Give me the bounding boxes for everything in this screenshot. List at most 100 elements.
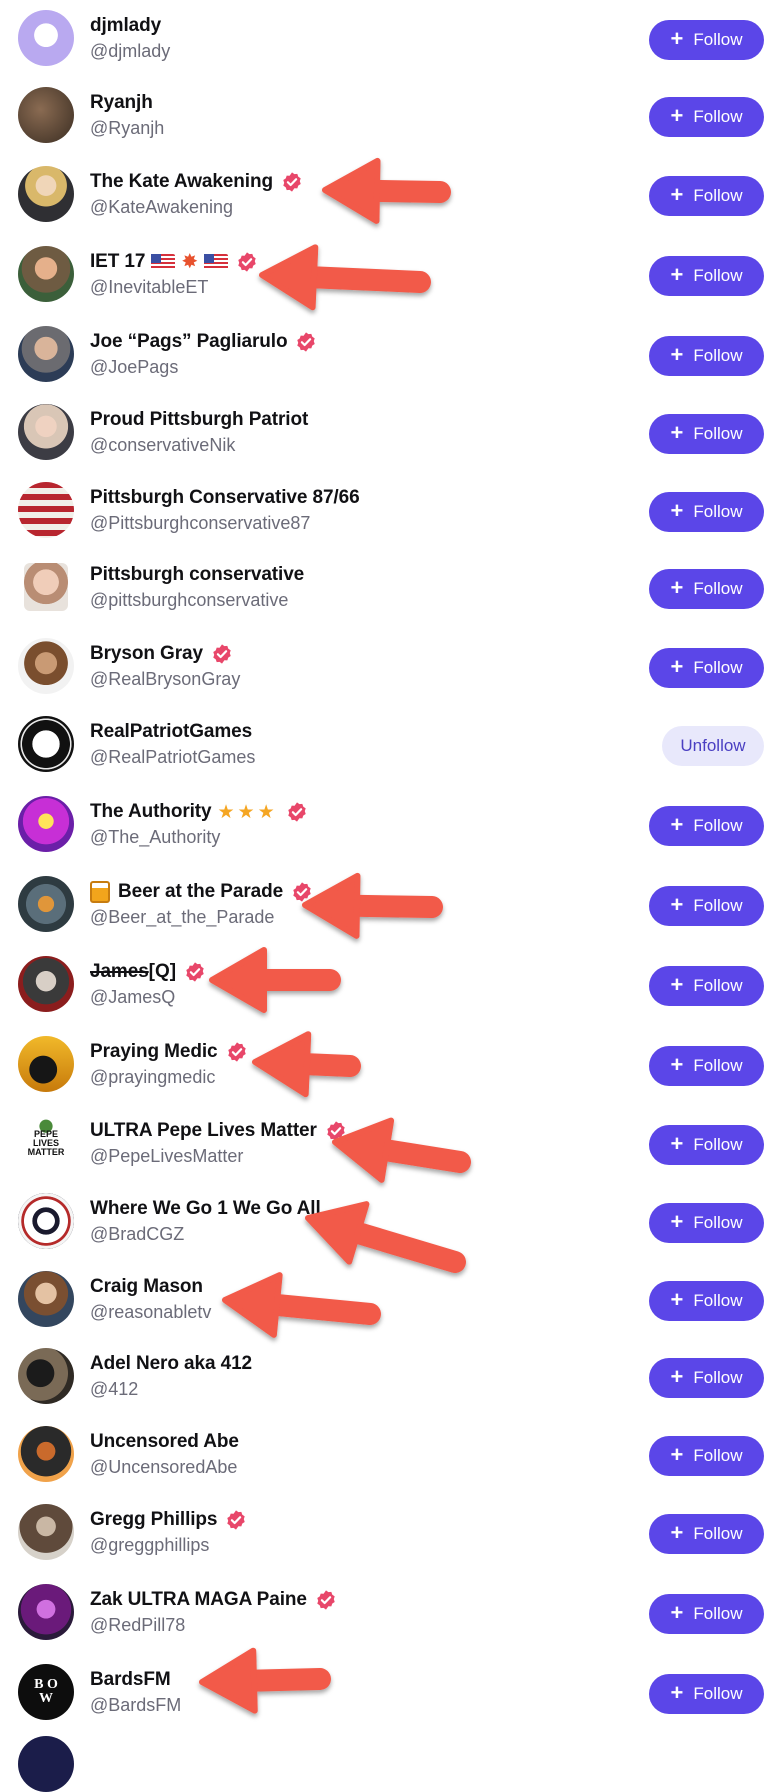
follow-button[interactable]: + Follow bbox=[649, 569, 764, 609]
button-label: Follow bbox=[693, 266, 743, 285]
follow-button[interactable]: + Follow bbox=[649, 1674, 764, 1714]
account-handle: @412 bbox=[90, 1379, 139, 1399]
display-name[interactable]: Adel Nero aka 412 bbox=[90, 1353, 252, 1375]
display-name[interactable]: Beer at the Parade bbox=[118, 881, 283, 903]
unfollow-button[interactable]: Unfollow bbox=[662, 726, 764, 766]
account-row[interactable]: The Kate Awakening @KateAwakening + Follow bbox=[0, 156, 774, 232]
follow-button[interactable]: + Follow bbox=[649, 1125, 764, 1165]
avatar[interactable] bbox=[18, 166, 74, 222]
account-row[interactable]: RealPatriotGames @RealPatriotGames Unfollo… bbox=[0, 706, 774, 782]
account-row[interactable]: PEPE LIVES MATTER ULTRA Pepe Lives Matter… bbox=[0, 1105, 774, 1181]
account-row[interactable]: Zak ULTRA MAGA Paine @RedPill78 + Follow bbox=[0, 1574, 774, 1650]
follow-button[interactable]: + Follow bbox=[649, 336, 764, 376]
avatar[interactable] bbox=[18, 638, 74, 694]
follow-button[interactable]: + Follow bbox=[649, 1358, 764, 1398]
account-row[interactable]: Bryson Gray @RealBrysonGray + Follow bbox=[0, 628, 774, 704]
avatar[interactable] bbox=[18, 10, 74, 66]
avatar[interactable] bbox=[18, 87, 74, 143]
display-name[interactable]: djmlady bbox=[90, 15, 161, 37]
avatar[interactable] bbox=[18, 1504, 74, 1560]
account-row[interactable]: Praying Medic @prayingmedic + Follow bbox=[0, 1026, 774, 1102]
follow-button[interactable]: + Follow bbox=[649, 1594, 764, 1634]
display-name[interactable]: Joe “Pags” Pagliarulo bbox=[90, 331, 288, 353]
plus-icon: + bbox=[670, 1680, 684, 1705]
avatar[interactable] bbox=[18, 1193, 74, 1249]
account-row[interactable]: Pittsburgh Conservative 87/66 @Pittsburgh… bbox=[0, 472, 774, 548]
follow-button[interactable]: + Follow bbox=[649, 176, 764, 216]
follow-button[interactable]: + Follow bbox=[649, 414, 764, 454]
avatar[interactable]: B O W bbox=[18, 1664, 74, 1720]
follow-button[interactable]: + Follow bbox=[649, 886, 764, 926]
account-row[interactable]: Uncensored Abe @UncensoredAbe + Follow bbox=[0, 1416, 774, 1492]
display-name[interactable]: Zak ULTRA MAGA Paine bbox=[90, 1589, 307, 1611]
display-name[interactable]: Pittsburgh conservative bbox=[90, 564, 304, 586]
avatar[interactable] bbox=[18, 876, 74, 932]
account-row[interactable]: djmlady @djmlady + Follow bbox=[0, 0, 774, 76]
display-name[interactable]: BardsFM bbox=[90, 1669, 171, 1691]
avatar[interactable] bbox=[18, 1036, 74, 1092]
avatar[interactable] bbox=[18, 246, 74, 302]
display-name[interactable]: RealPatriotGames bbox=[90, 721, 252, 743]
account-row[interactable]: The Authority ★★★ @The_Authority + Follow bbox=[0, 786, 774, 862]
avatar-logo-text: B O W bbox=[34, 1677, 58, 1706]
plus-icon: + bbox=[670, 1364, 684, 1389]
display-name[interactable]: Praying Medic bbox=[90, 1041, 218, 1063]
account-info: Proud Pittsburgh Patriot @conservativeNik bbox=[90, 408, 570, 456]
verified-badge-icon bbox=[295, 331, 317, 353]
follow-button[interactable]: + Follow bbox=[649, 1436, 764, 1476]
avatar[interactable] bbox=[18, 326, 74, 382]
avatar[interactable] bbox=[18, 1584, 74, 1640]
account-row[interactable]: Craig Mason @reasonabletv + Follow bbox=[0, 1261, 774, 1337]
follow-button[interactable]: + Follow bbox=[649, 20, 764, 60]
account-row[interactable]: Gregg Phillips @greggphillips + Follow bbox=[0, 1494, 774, 1570]
follow-button[interactable]: + Follow bbox=[649, 966, 764, 1006]
account-row[interactable]: Adel Nero aka 412 @412 + Follow bbox=[0, 1338, 774, 1414]
display-name[interactable]: Pittsburgh Conservative 87/66 bbox=[90, 487, 360, 509]
avatar[interactable] bbox=[18, 404, 74, 460]
avatar[interactable] bbox=[18, 716, 74, 772]
follow-button[interactable]: + Follow bbox=[649, 1281, 764, 1321]
display-name[interactable]: Bryson Gray bbox=[90, 643, 203, 665]
display-name[interactable]: The Kate Awakening bbox=[90, 171, 273, 193]
avatar[interactable] bbox=[18, 1426, 74, 1482]
display-name[interactable]: IET 17 bbox=[90, 251, 145, 273]
account-row[interactable]: Beer at the Parade @Beer_at_the_Parade + Fo… bbox=[0, 866, 774, 942]
display-name[interactable]: Gregg Phillips bbox=[90, 1509, 218, 1531]
account-row[interactable]: James [Q] @JamesQ + Follow bbox=[0, 946, 774, 1022]
follow-button[interactable]: + Follow bbox=[649, 1203, 764, 1243]
account-row[interactable]: B O W BardsFM @BardsFM + Follow bbox=[0, 1654, 774, 1730]
avatar[interactable]: PEPE LIVES MATTER bbox=[18, 1115, 74, 1171]
button-label: Follow bbox=[693, 1135, 743, 1154]
account-handle: @RedPill78 bbox=[90, 1615, 186, 1635]
avatar[interactable] bbox=[18, 796, 74, 852]
avatar[interactable] bbox=[18, 1348, 74, 1404]
account-row[interactable]: IET 17 ✸ @InevitableET + Follow bbox=[0, 236, 774, 312]
account-handle: @InevitableET bbox=[90, 277, 209, 297]
avatar[interactable] bbox=[18, 956, 74, 1012]
button-label: Follow bbox=[693, 30, 743, 49]
display-name[interactable]: Where We Go 1 We Go All bbox=[90, 1198, 321, 1220]
display-name[interactable]: Uncensored Abe bbox=[90, 1431, 239, 1453]
follow-button[interactable]: + Follow bbox=[649, 1046, 764, 1086]
avatar[interactable] bbox=[18, 1271, 74, 1327]
follow-button[interactable]: + Follow bbox=[649, 806, 764, 846]
account-handle: @pittsburghconservative bbox=[90, 590, 289, 610]
display-name[interactable]: Ryanjh bbox=[90, 92, 153, 114]
account-row[interactable]: Joe “Pags” Pagliarulo @JoePags + Follow bbox=[0, 316, 774, 392]
account-row[interactable]: Pittsburgh conservative @pittsburghconser… bbox=[0, 549, 774, 625]
follow-button[interactable]: + Follow bbox=[649, 97, 764, 137]
avatar[interactable] bbox=[24, 563, 68, 611]
follow-button[interactable]: + Follow bbox=[649, 1514, 764, 1554]
account-row[interactable]: Where We Go 1 We Go All @BradCGZ + Follow bbox=[0, 1183, 774, 1259]
avatar[interactable] bbox=[18, 482, 74, 538]
account-row[interactable]: Ryanjh @Ryanjh + Follow bbox=[0, 77, 774, 153]
display-name[interactable]: James bbox=[90, 961, 149, 983]
display-name[interactable]: ULTRA Pepe Lives Matter bbox=[90, 1120, 317, 1142]
follow-button[interactable]: + Follow bbox=[649, 492, 764, 532]
display-name[interactable]: Proud Pittsburgh Patriot bbox=[90, 409, 308, 431]
account-row[interactable]: Proud Pittsburgh Patriot @conservativeNik… bbox=[0, 394, 774, 470]
display-name[interactable]: The Authority bbox=[90, 801, 212, 823]
display-name[interactable]: Craig Mason bbox=[90, 1276, 203, 1298]
follow-button[interactable]: + Follow bbox=[649, 648, 764, 688]
follow-button[interactable]: + Follow bbox=[649, 256, 764, 296]
